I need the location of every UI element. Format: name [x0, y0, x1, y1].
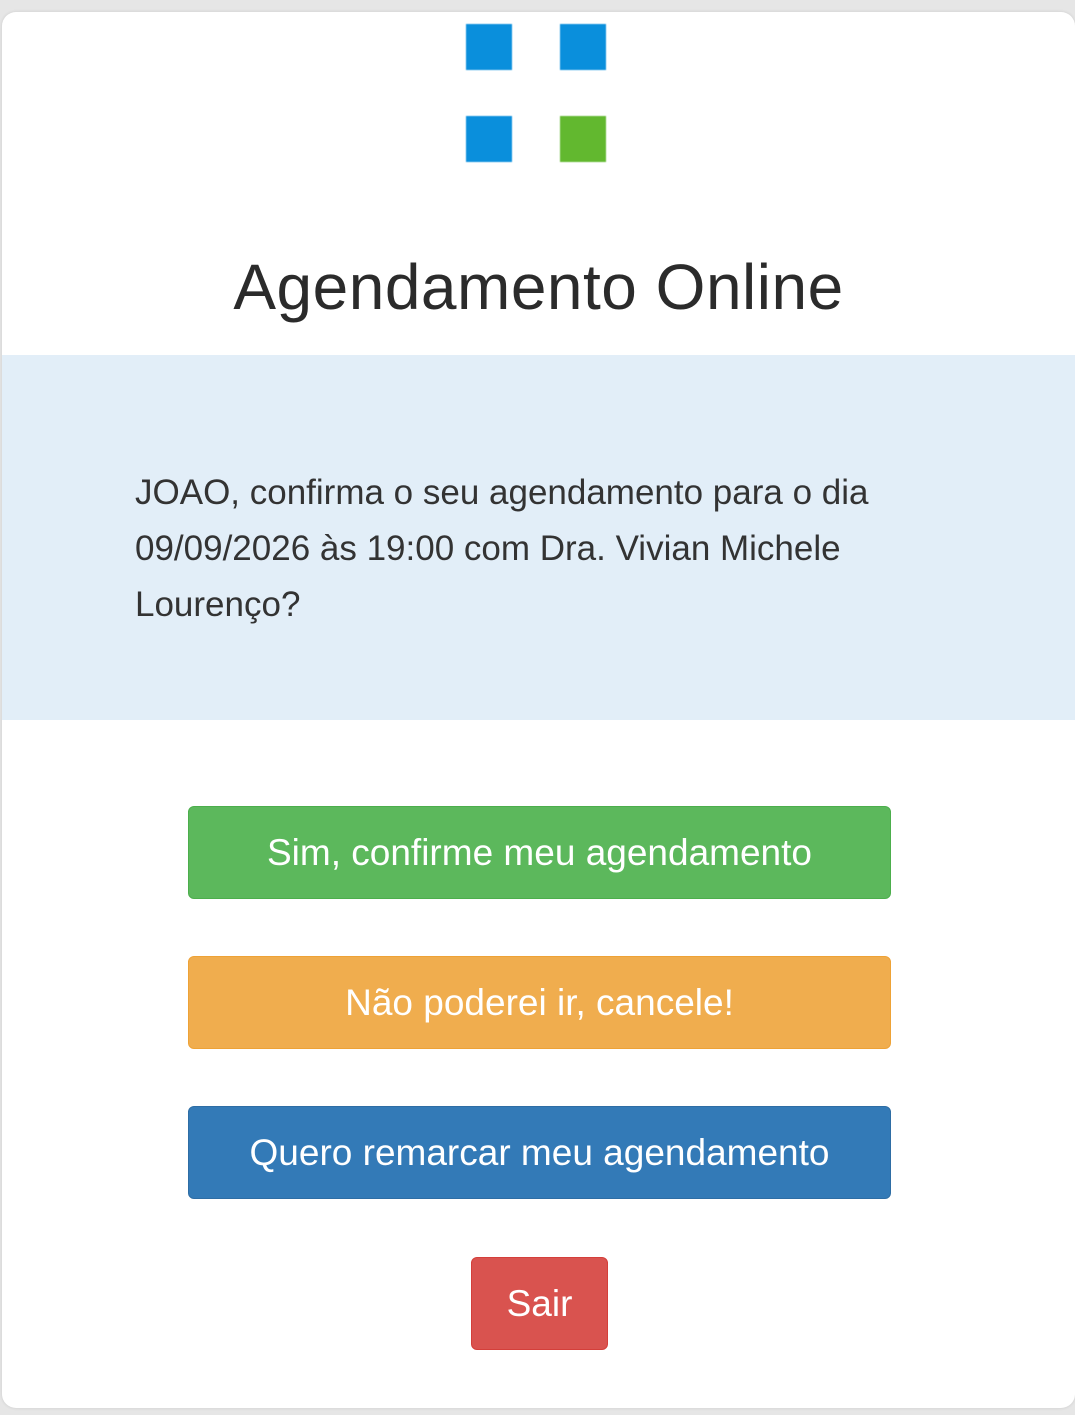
clinic-logo-icon: [466, 24, 607, 162]
confirmation-message: JOAO, confirma o seu agendamento para o …: [135, 473, 869, 624]
exit-button[interactable]: Sair: [471, 1257, 608, 1350]
cancel-appointment-button[interactable]: Não poderei ir, cancele!: [188, 956, 891, 1049]
appointment-card: Agendamento Online JOAO, confirma o seu …: [2, 12, 1075, 1408]
logo-square-bottom-right: [560, 116, 606, 162]
logo-square-bottom-left: [466, 116, 512, 162]
logo-square-top-left: [466, 24, 512, 70]
reschedule-appointment-button[interactable]: Quero remarcar meu agendamento: [188, 1106, 891, 1199]
logo-square-top-right: [560, 24, 606, 70]
page-title: Agendamento Online: [233, 251, 844, 323]
confirmation-message-panel: JOAO, confirma o seu agendamento para o …: [2, 355, 1075, 720]
confirm-appointment-button[interactable]: Sim, confirme meu agendamento: [188, 806, 891, 899]
